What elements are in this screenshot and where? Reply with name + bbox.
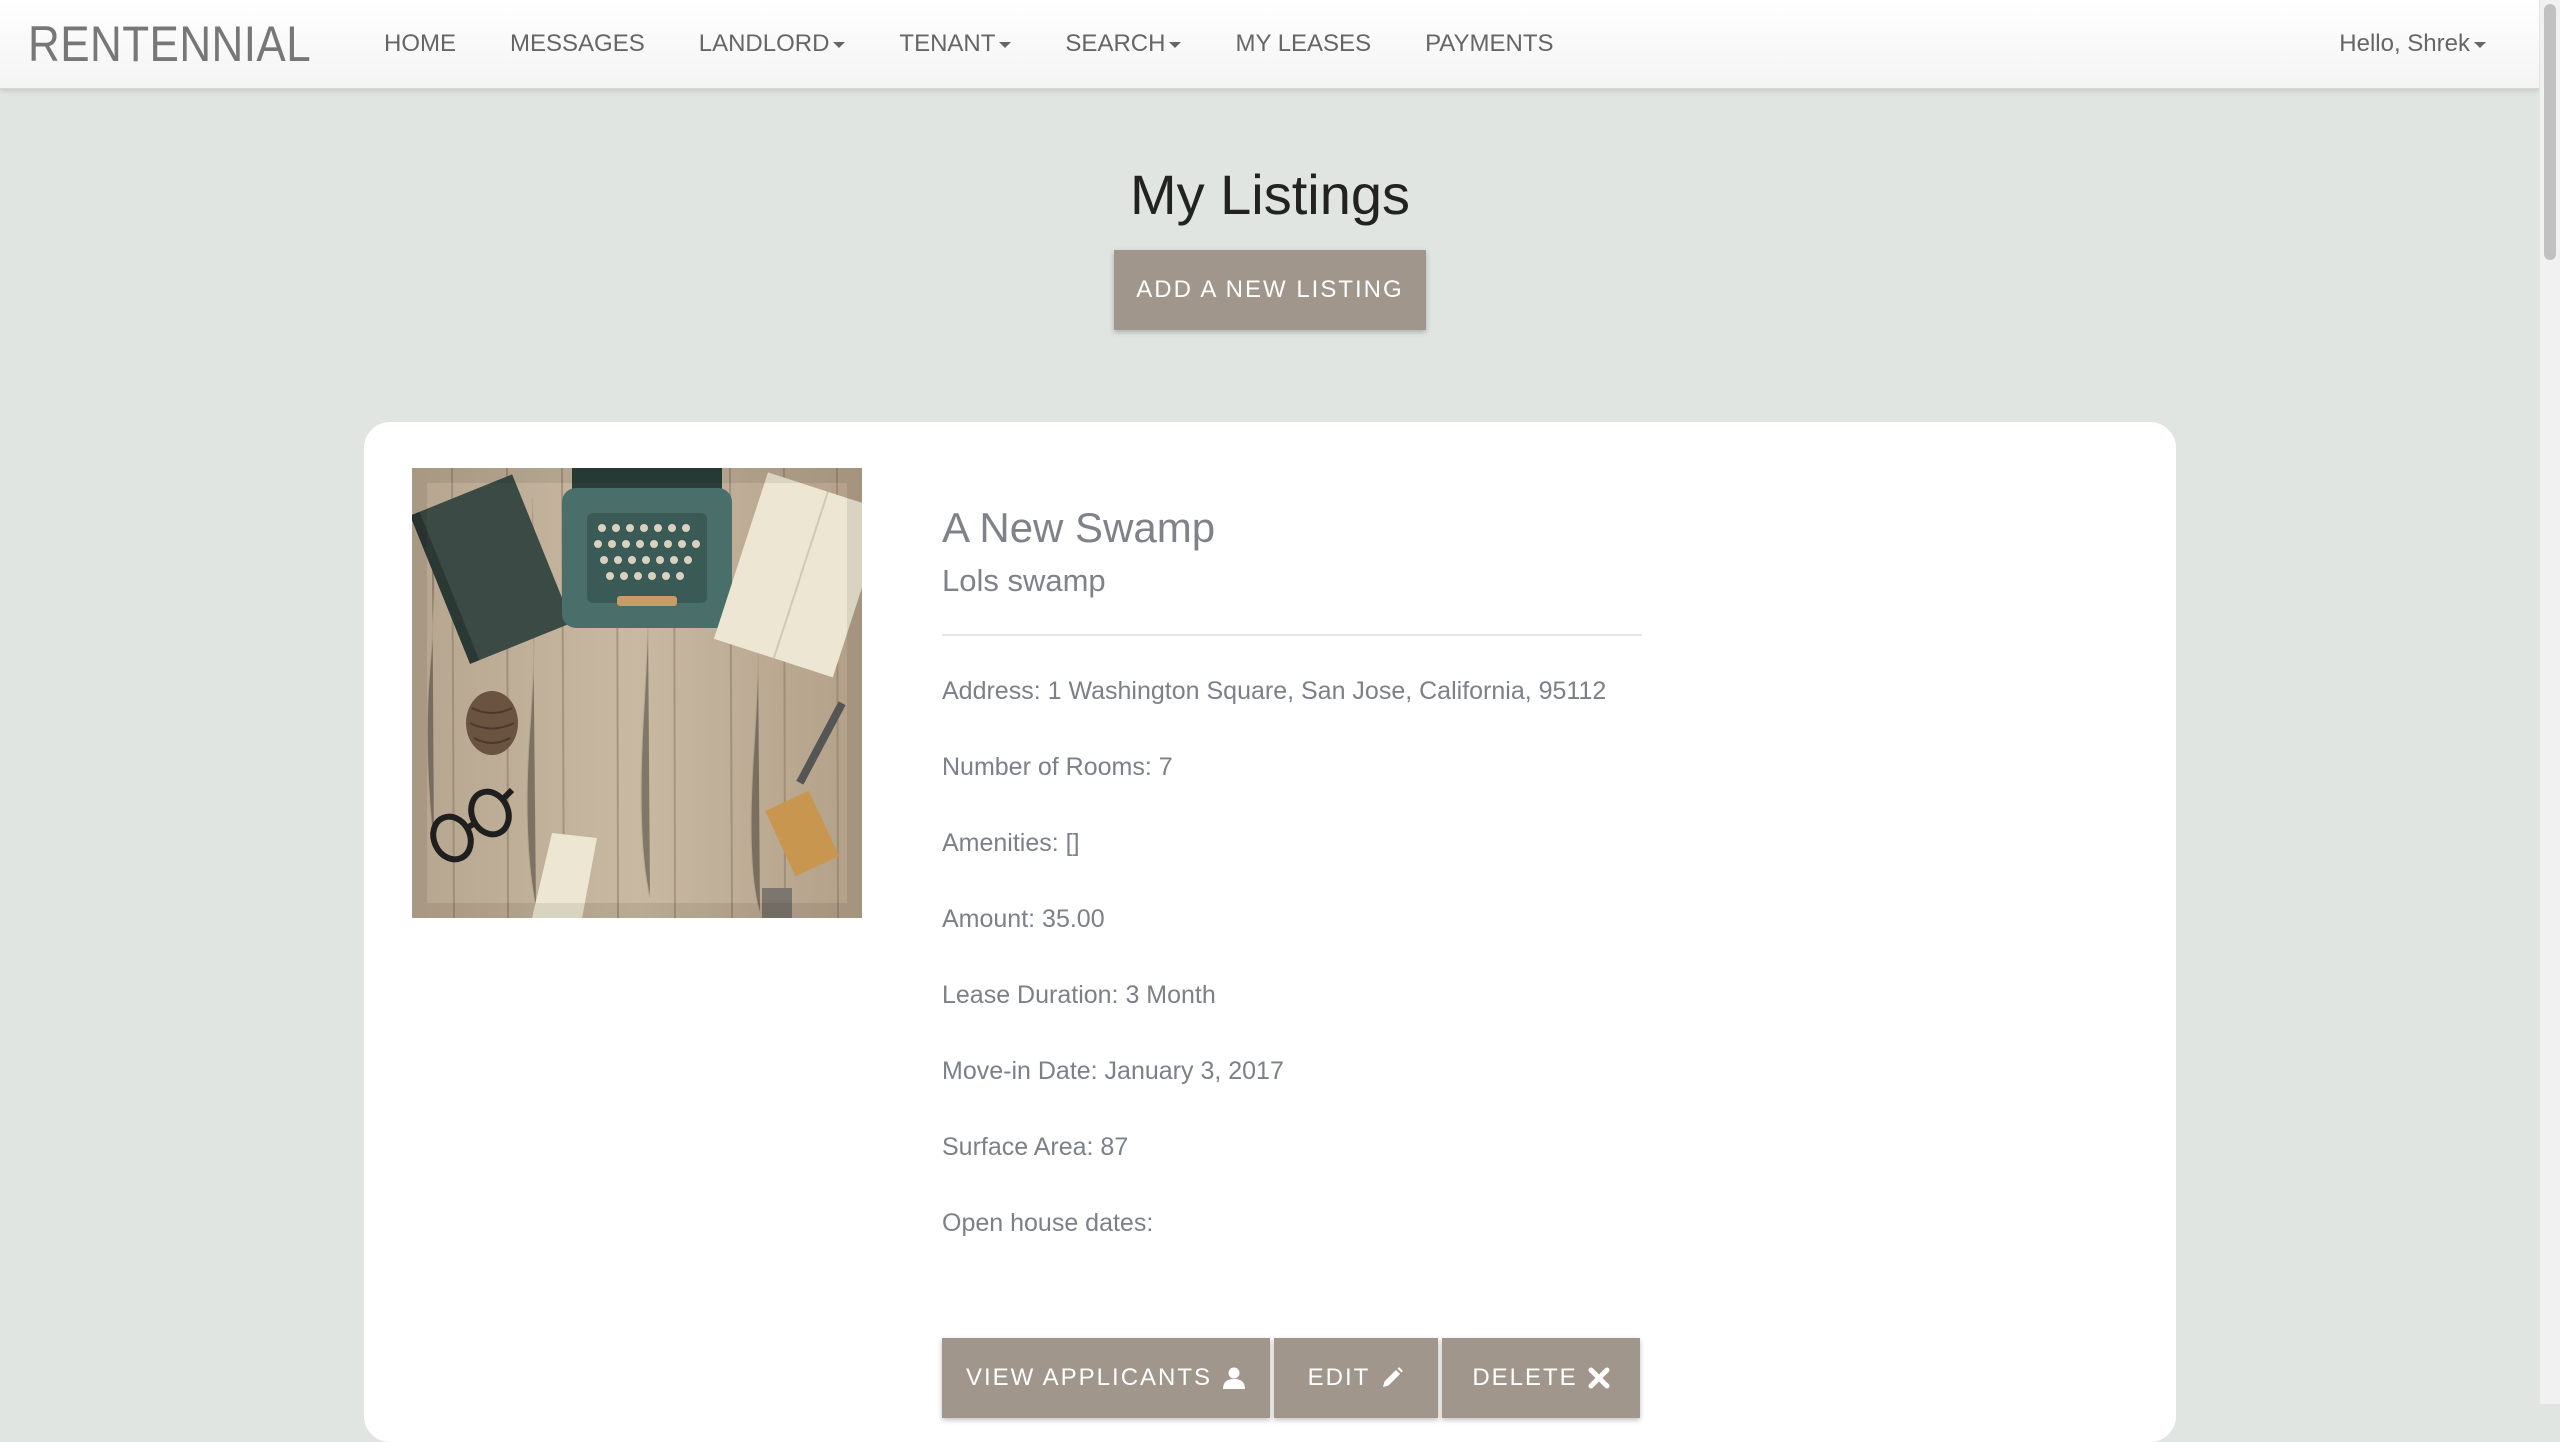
nav-item-label: TENANT (899, 30, 996, 57)
nav-item-label: HOME (384, 30, 456, 57)
listing-photo-illustration (412, 468, 862, 918)
delete-label: DELETE (1472, 1364, 1578, 1391)
edit-label: EDIT (1307, 1364, 1371, 1391)
top-navbar: RENTENNIAL HOME MESSAGES LANDLORD TENANT… (0, 0, 2540, 89)
user-menu[interactable]: Hello, Shrek (2339, 0, 2486, 88)
delete-button[interactable]: DELETE (1442, 1338, 1640, 1418)
listing-details: A New Swamp Lols swamp Address: 1 Washin… (942, 502, 1642, 1240)
view-applicants-label: VIEW APPLICANTS (965, 1364, 1213, 1391)
listing-actions: VIEW APPLICANTS EDIT DELETE (942, 1338, 1640, 1418)
nav-item-tenant[interactable]: TENANT (872, 30, 1038, 58)
field-surface-area: Surface Area: 87 (942, 1133, 1129, 1161)
nav-item-label: SEARCH (1065, 30, 1166, 57)
caret-down-icon (2474, 42, 2486, 48)
nav-item-payments[interactable]: PAYMENTS (1398, 30, 1580, 58)
user-icon (1223, 1367, 1246, 1389)
field-rooms: Number of Rooms: 7 (942, 753, 1173, 781)
caret-down-icon (833, 42, 846, 48)
page-scrollbar[interactable] (2539, 0, 2560, 1404)
edit-button[interactable]: EDIT (1274, 1338, 1438, 1418)
caret-down-icon (1169, 42, 1182, 48)
field-address: Address: 1 Washington Square, San Jose, … (942, 677, 1607, 705)
nav-item-label: MY LEASES (1235, 30, 1372, 57)
nav-item-my-leases[interactable]: MY LEASES (1208, 30, 1398, 58)
nav-item-label: MESSAGES (510, 30, 645, 57)
caret-down-icon (999, 42, 1012, 48)
close-icon (1588, 1367, 1610, 1389)
page-title: My Listings (1129, 163, 1411, 226)
nav-item-messages[interactable]: MESSAGES (483, 30, 672, 58)
scrollbar-thumb[interactable] (2544, 4, 2556, 260)
nav-item-landlord[interactable]: LANDLORD (672, 30, 873, 58)
listing-title: A New Swamp (942, 504, 1216, 551)
listing-photo (412, 468, 862, 918)
field-amount: Amount: 35.00 (942, 905, 1105, 933)
nav-item-label: LANDLORD (698, 30, 830, 57)
view-applicants-button[interactable]: VIEW APPLICANTS (942, 1338, 1270, 1418)
nav-item-search[interactable]: SEARCH (1038, 30, 1208, 58)
brand-logo[interactable]: RENTENNIAL (28, 15, 311, 73)
field-open-house-dates: Open house dates: (942, 1209, 1154, 1237)
pencil-icon (1383, 1367, 1404, 1387)
listing-fields: Address: 1 Washington Square, San Jose, … (942, 674, 1642, 1240)
field-lease-duration: Lease Duration: 3 Month (942, 981, 1216, 1009)
field-amenities: Amenities: [] (942, 829, 1080, 857)
nav-item-home[interactable]: HOME (357, 30, 483, 58)
details-divider (942, 634, 1642, 636)
listing-subtitle: Lols swamp (942, 563, 1106, 598)
add-listing-button[interactable]: ADD A NEW LISTING (1114, 250, 1426, 330)
nav-links: HOME MESSAGES LANDLORD TENANT SEARCH MY … (357, 30, 1581, 58)
listing-card: A New Swamp Lols swamp Address: 1 Washin… (364, 422, 2176, 1442)
nav-item-label: PAYMENTS (1425, 30, 1554, 57)
user-greeting: Hello, Shrek (2339, 30, 2470, 57)
field-move-in-date: Move-in Date: January 3, 2017 (942, 1057, 1284, 1085)
